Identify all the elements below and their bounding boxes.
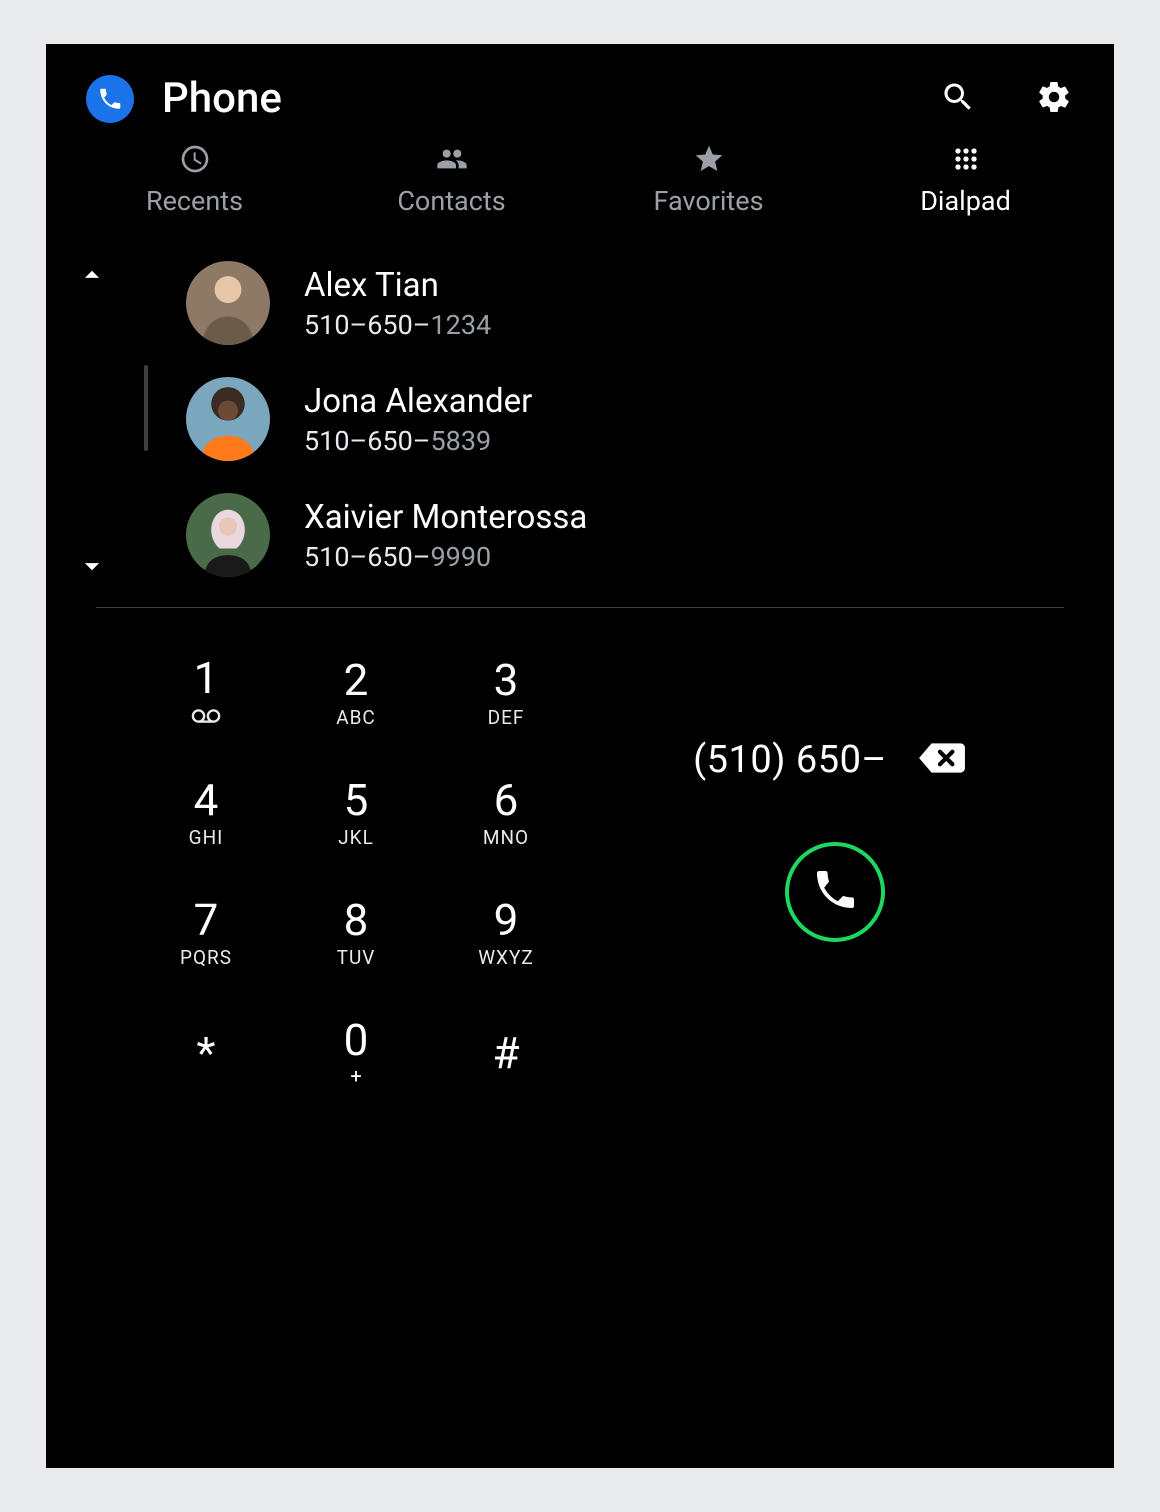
avatar: [186, 377, 270, 461]
tab-dialpad[interactable]: Dialpad: [837, 143, 1094, 217]
scrollbar-thumb[interactable]: [144, 365, 148, 451]
key-sub: JKL: [338, 826, 374, 849]
scroll-up-button[interactable]: [72, 257, 112, 297]
key-hash[interactable]: #: [436, 998, 576, 1108]
key-4[interactable]: 4 GHI: [136, 758, 276, 868]
key-7[interactable]: 7 PQRS: [136, 878, 276, 988]
search-icon: [940, 79, 976, 119]
suggestion-text: Jona Alexander 510–650–5839: [304, 382, 532, 457]
key-3[interactable]: 3 DEF: [436, 638, 576, 748]
dial-right-pane: (510) 650–: [596, 638, 1074, 942]
key-digit: 6: [494, 778, 519, 822]
people-icon: [436, 143, 468, 179]
keypad: 1 2 ABC 3 DEF 4 GHI 5 JKL 6 MNO: [136, 638, 576, 1108]
app-header: Phone: [46, 44, 1114, 133]
star-icon: [693, 143, 725, 179]
backspace-icon: [917, 738, 967, 782]
contact-number: 510–650–1234: [304, 309, 491, 341]
avatar: [186, 493, 270, 577]
contact-name: Jona Alexander: [304, 382, 532, 421]
phone-app-screen: Phone Recents Contacts: [46, 44, 1114, 1468]
phone-app-icon: [86, 75, 134, 123]
key-star[interactable]: *: [136, 998, 276, 1108]
key-1[interactable]: 1: [136, 638, 276, 748]
key-digit: #: [492, 1031, 519, 1075]
suggestion-row[interactable]: Xaivier Monterossa 510–650–9990: [46, 477, 1114, 593]
key-5[interactable]: 5 JKL: [286, 758, 426, 868]
key-sub: DEF: [488, 706, 525, 729]
suggestion-text: Xaivier Monterossa 510–650–9990: [304, 498, 587, 573]
contact-number: 510–650–9990: [304, 541, 587, 573]
chevron-up-icon: [75, 258, 109, 296]
contact-name: Alex Tian: [304, 266, 491, 305]
contact-name: Xaivier Monterossa: [304, 498, 587, 537]
entered-number-row: (510) 650–: [596, 738, 1074, 782]
key-digit: 5: [344, 778, 369, 822]
tab-label: Contacts: [397, 185, 505, 217]
app-title: Phone: [162, 74, 910, 123]
voicemail-icon: [191, 700, 221, 730]
key-sub: PQRS: [180, 946, 232, 969]
tab-recents[interactable]: Recents: [66, 143, 323, 217]
phone-icon: [811, 866, 859, 918]
search-button[interactable]: [938, 79, 978, 119]
clock-icon: [179, 143, 211, 179]
entered-number: (510) 650–: [693, 738, 887, 782]
suggestion-row[interactable]: Alex Tian 510–650–1234: [46, 245, 1114, 361]
call-button[interactable]: [785, 842, 885, 942]
key-digit: *: [197, 1031, 216, 1075]
key-digit: 3: [494, 658, 519, 702]
key-2[interactable]: 2 ABC: [286, 638, 426, 748]
contact-number: 510–650–5839: [304, 425, 532, 457]
key-9[interactable]: 9 WXYZ: [436, 878, 576, 988]
key-sub: MNO: [483, 826, 529, 849]
dialpad-area: 1 2 ABC 3 DEF 4 GHI 5 JKL 6 MNO: [46, 608, 1114, 1138]
chevron-down-icon: [75, 549, 109, 587]
suggestion-row[interactable]: Jona Alexander 510–650–5839: [46, 361, 1114, 477]
key-sub: ABC: [336, 706, 376, 729]
key-sub: +: [350, 1064, 361, 1088]
backspace-button[interactable]: [917, 738, 967, 782]
key-digit: 9: [494, 898, 519, 942]
avatar: [186, 261, 270, 345]
divider: [96, 607, 1064, 608]
key-6[interactable]: 6 MNO: [436, 758, 576, 868]
tab-favorites[interactable]: Favorites: [580, 143, 837, 217]
tab-bar: Recents Contacts Favorites Dialpad: [46, 133, 1114, 237]
key-digit: 2: [344, 658, 369, 702]
settings-button[interactable]: [1034, 79, 1074, 119]
key-digit: 8: [344, 898, 369, 942]
key-0[interactable]: 0 +: [286, 998, 426, 1108]
suggestion-list: Alex Tian 510–650–1234 Jona Alexander 51…: [46, 237, 1114, 608]
tab-contacts[interactable]: Contacts: [323, 143, 580, 217]
key-digit: 0: [344, 1018, 369, 1062]
key-sub: WXYZ: [478, 946, 534, 969]
key-digit: 1: [194, 656, 219, 700]
key-sub: GHI: [189, 826, 224, 849]
key-8[interactable]: 8 TUV: [286, 878, 426, 988]
suggestion-text: Alex Tian 510–650–1234: [304, 266, 491, 341]
tab-label: Recents: [146, 185, 243, 217]
scroll-down-button[interactable]: [72, 548, 112, 588]
key-digit: 4: [194, 778, 219, 822]
tab-label: Dialpad: [920, 185, 1011, 217]
dialpad-icon: [950, 143, 982, 179]
key-sub: TUV: [337, 946, 376, 969]
gear-icon: [1036, 79, 1072, 119]
key-digit: 7: [194, 898, 219, 942]
tab-label: Favorites: [653, 185, 763, 217]
